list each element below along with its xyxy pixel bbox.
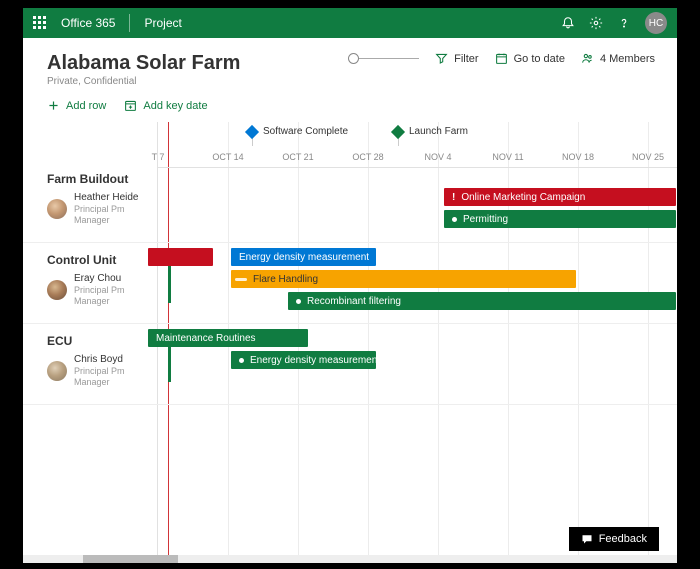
sliver: [168, 263, 171, 303]
members-label: 4 Members: [600, 53, 655, 65]
avatar: [47, 361, 67, 381]
axis-tick: NOV 18: [562, 152, 594, 162]
milestone-label: Launch Farm: [409, 126, 468, 137]
members-button[interactable]: 4 Members: [581, 52, 655, 65]
milestone-software-complete[interactable]: Software Complete: [247, 126, 348, 137]
lane-owner[interactable]: Chris Boyd Principal Pm Manager: [47, 354, 148, 388]
task-bar[interactable]: Energy density measurement: [231, 351, 376, 369]
axis-tick: NOV 4: [424, 152, 451, 162]
zoom-slider[interactable]: [348, 53, 419, 64]
app-window: Office 365 Project HC Alabama Solar Farm…: [23, 8, 677, 561]
task-bar[interactable]: Permitting: [444, 210, 676, 228]
feedback-button[interactable]: Feedback: [569, 527, 659, 551]
toolbar: Add row Add key date: [23, 93, 677, 122]
person-name: Eray Chou: [74, 273, 148, 285]
members-icon: [581, 52, 594, 65]
lane-name: ECU: [47, 334, 148, 348]
task-label: Recombinant filtering: [307, 296, 401, 307]
task-bar[interactable]: ! Online Marketing Campaign: [444, 188, 676, 206]
diamond-icon: [245, 124, 259, 138]
person-name: Chris Boyd: [74, 354, 148, 366]
task-bar[interactable]: Energy density measurement: [231, 248, 376, 266]
titlebar: Office 365 Project HC: [23, 8, 677, 38]
task-bar[interactable]: [148, 248, 213, 266]
task-label: Flare Handling: [253, 274, 318, 285]
axis-tick: OCT 14: [212, 152, 243, 162]
user-avatar[interactable]: HC: [645, 12, 667, 34]
person-role: Principal Pm Manager: [74, 285, 148, 307]
header: Alabama Solar Farm Private, Confidential…: [23, 38, 677, 93]
task-label: Permitting: [463, 214, 508, 225]
dot-icon: [452, 217, 457, 222]
task-label: Energy density measurement: [250, 355, 380, 366]
avatar: [47, 199, 67, 219]
help-icon[interactable]: [617, 16, 631, 30]
lane-farm-buildout: Farm Buildout Heather Heide Principal Pm…: [23, 162, 677, 243]
gear-icon[interactable]: [589, 16, 603, 30]
diamond-icon: [391, 124, 405, 138]
dot-icon: [296, 299, 301, 304]
person-name: Heather Heide: [74, 192, 148, 204]
bell-icon[interactable]: [561, 16, 575, 30]
task-bar[interactable]: Flare Handling: [231, 270, 576, 288]
axis-tick: T 7: [152, 152, 165, 162]
key-date-icon: [124, 99, 137, 112]
task-label: Online Marketing Campaign: [461, 192, 585, 203]
lane-control-unit: Control Unit Eray Chou Principal Pm Mana…: [23, 243, 677, 324]
dot-icon: [239, 358, 244, 363]
lane-owner[interactable]: Eray Chou Principal Pm Manager: [47, 273, 148, 307]
suite-label: Office 365: [61, 16, 115, 30]
axis-tick: NOV 25: [632, 152, 664, 162]
go-to-date-button[interactable]: Go to date: [495, 52, 565, 65]
add-row-label: Add row: [66, 100, 106, 112]
person-role: Principal Pm Manager: [74, 204, 148, 226]
milestone-label: Software Complete: [263, 126, 348, 137]
calendar-icon: [495, 52, 508, 65]
app-label: Project: [144, 16, 181, 30]
speech-icon: [581, 533, 593, 545]
task-bar[interactable]: Recombinant filtering: [288, 292, 676, 310]
scroll-thumb[interactable]: [83, 555, 178, 563]
filter-icon: [435, 52, 448, 65]
page-title: Alabama Solar Farm: [47, 52, 240, 75]
alert-icon: !: [452, 192, 455, 203]
plus-icon: [47, 99, 60, 112]
lane-name: Farm Buildout: [47, 172, 148, 186]
task-bar[interactable]: Maintenance Routines: [148, 329, 308, 347]
feedback-label: Feedback: [599, 533, 647, 545]
lane-name: Control Unit: [47, 253, 148, 267]
add-key-date-button[interactable]: Add key date: [124, 99, 207, 112]
avatar: [47, 280, 67, 300]
waffle-icon[interactable]: [33, 16, 47, 30]
sliver: [168, 342, 171, 382]
lane-owner[interactable]: Heather Heide Principal Pm Manager: [47, 192, 148, 226]
axis-tick: OCT 28: [352, 152, 383, 162]
task-label: Energy density measurement: [239, 252, 369, 263]
progress-icon: [235, 278, 247, 281]
horizontal-scrollbar[interactable]: [23, 555, 677, 563]
milestone-launch-farm[interactable]: Launch Farm: [393, 126, 468, 137]
person-role: Principal Pm Manager: [74, 366, 148, 388]
axis-tick: NOV 11: [492, 152, 523, 162]
filter-label: Filter: [454, 53, 478, 65]
page-subtitle: Private, Confidential: [47, 76, 240, 87]
titlebar-separator: [129, 14, 130, 32]
axis-tick: OCT 21: [282, 152, 313, 162]
lane-ecu: ECU Chris Boyd Principal Pm Manager Main…: [23, 324, 677, 405]
add-key-date-label: Add key date: [143, 100, 207, 112]
task-label: Maintenance Routines: [156, 333, 256, 344]
add-row-button[interactable]: Add row: [47, 99, 106, 112]
go-to-date-label: Go to date: [514, 53, 565, 65]
filter-button[interactable]: Filter: [435, 52, 478, 65]
